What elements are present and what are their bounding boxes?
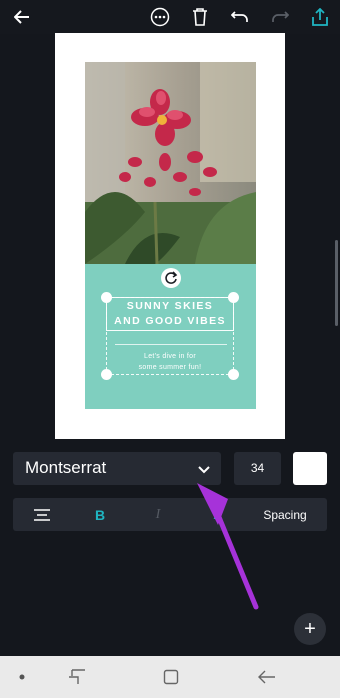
format-toolbar: B I A Spacing [13, 498, 327, 531]
font-name-label: Montserrat [25, 458, 107, 477]
resize-handle-bottom-right[interactable] [228, 369, 239, 380]
redo-icon[interactable] [266, 3, 294, 31]
body-line-2[interactable]: some summer fun! [106, 364, 234, 371]
resize-handle-top-left[interactable] [101, 292, 112, 303]
trash-icon[interactable] [186, 3, 214, 31]
top-toolbar [0, 0, 340, 34]
recent-apps-icon[interactable] [64, 664, 90, 690]
bold-button[interactable]: B [88, 498, 112, 531]
divider-line [115, 344, 227, 345]
text-color-swatch[interactable] [293, 452, 327, 485]
back-icon[interactable] [254, 664, 280, 690]
system-navbar [0, 656, 340, 698]
home-icon[interactable] [158, 664, 184, 690]
font-family-dropdown[interactable]: Montserrat [13, 452, 221, 485]
resize-handle-top-right[interactable] [228, 292, 239, 303]
add-element-button[interactable]: + [294, 613, 326, 645]
heading-line-2[interactable]: AND GOOD VIBES [106, 315, 234, 327]
text-style-button[interactable]: A [209, 498, 227, 531]
flower-photo[interactable] [85, 62, 256, 264]
undo-icon[interactable] [226, 3, 254, 31]
heading-line-1[interactable]: SUNNY SKIES [106, 300, 234, 312]
italic-button[interactable]: I [146, 498, 170, 531]
spacing-button[interactable]: Spacing [253, 498, 317, 531]
share-upload-icon[interactable] [306, 3, 334, 31]
canvas-scrollbar[interactable] [335, 240, 338, 326]
more-options-icon[interactable] [146, 3, 174, 31]
align-center-icon[interactable] [29, 498, 55, 531]
resize-handle-bottom-left[interactable] [101, 369, 112, 380]
dot-icon[interactable] [9, 664, 35, 690]
rotate-icon[interactable] [161, 268, 181, 288]
font-size-field[interactable]: 34 [234, 452, 281, 485]
back-arrow-icon[interactable] [8, 3, 36, 31]
chevron-down-icon [197, 462, 211, 480]
body-line-1[interactable]: Let's dive in for [106, 353, 234, 360]
